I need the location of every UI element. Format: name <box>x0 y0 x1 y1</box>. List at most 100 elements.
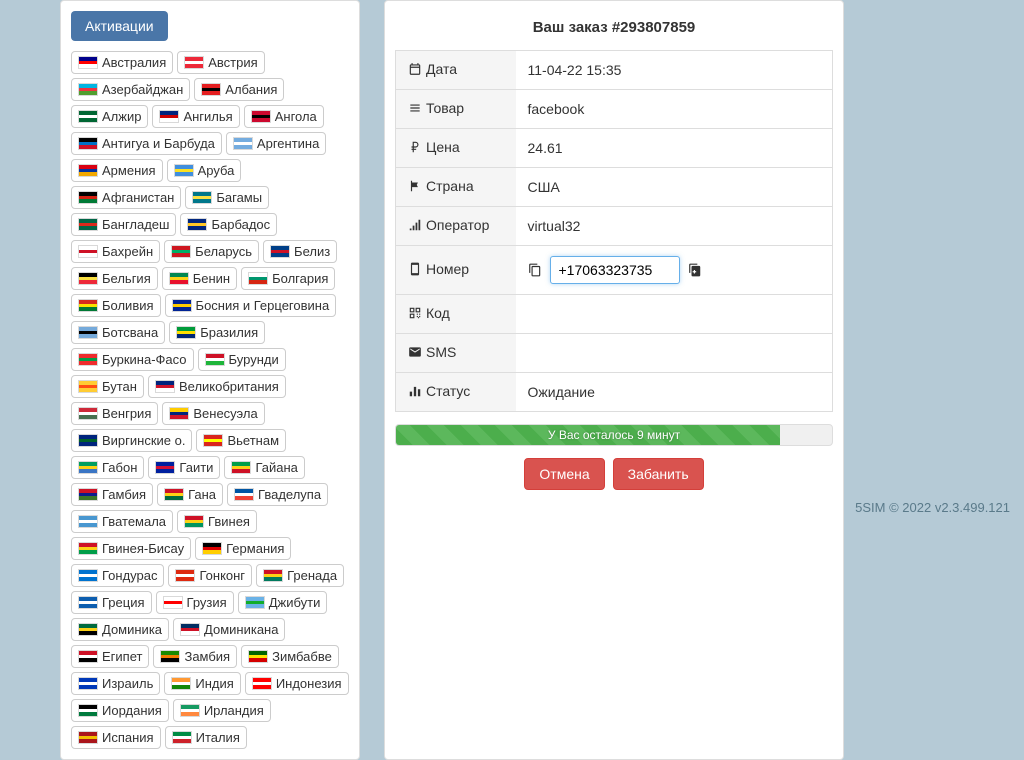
footer-version: 5SIM © 2022 v2.3.499.121 <box>855 500 1010 515</box>
flag-icon <box>234 488 254 501</box>
flag-icon <box>169 272 189 285</box>
flag-icon <box>248 650 268 663</box>
country-item[interactable]: Греция <box>71 591 152 614</box>
country-item[interactable]: Аруба <box>167 159 242 182</box>
country-item[interactable]: Албания <box>194 78 284 101</box>
cancel-button[interactable]: Отмена <box>524 458 604 490</box>
copy-plus-button[interactable] <box>688 263 702 277</box>
value-country: США <box>516 168 833 207</box>
country-item[interactable]: Бангладеш <box>71 213 176 236</box>
country-item[interactable]: Бразилия <box>169 321 265 344</box>
country-item[interactable]: Бурунди <box>198 348 286 371</box>
country-item[interactable]: Афганистан <box>71 186 181 209</box>
label-number: Номер <box>426 261 469 277</box>
country-item[interactable]: Великобритания <box>148 375 286 398</box>
qrcode-icon <box>408 306 422 320</box>
country-item[interactable]: Ангилья <box>152 105 239 128</box>
country-item[interactable]: Виргинские о. <box>71 429 192 452</box>
row-status: Статус Ожидание <box>396 373 833 412</box>
value-product: facebook <box>516 90 833 129</box>
country-item[interactable]: Гондурас <box>71 564 164 587</box>
country-item[interactable]: Белиз <box>263 240 337 263</box>
country-item[interactable]: Болгария <box>241 267 335 290</box>
country-item[interactable]: Германия <box>195 537 291 560</box>
country-item[interactable]: Гонконг <box>168 564 252 587</box>
country-item[interactable]: Босния и Герцеговина <box>165 294 337 317</box>
country-item[interactable]: Ангола <box>244 105 324 128</box>
country-item[interactable]: Египет <box>71 645 149 668</box>
copy-number-button[interactable] <box>528 263 542 277</box>
flag-icon <box>78 137 98 150</box>
ban-button[interactable]: Забанить <box>613 458 704 490</box>
countries-panel: Активации АвстралияАвстрия АзербайджанАлб… <box>60 0 360 760</box>
order-title: Ваш заказ #293807859 <box>395 19 833 36</box>
flag-icon <box>233 137 253 150</box>
flag-icon <box>164 488 184 501</box>
country-item[interactable]: Антигуа и Барбуда <box>71 132 222 155</box>
country-item[interactable]: Доминика <box>71 618 169 641</box>
country-item[interactable]: Израиль <box>71 672 160 695</box>
country-item[interactable]: Австралия <box>71 51 173 74</box>
country-item[interactable]: Барбадос <box>180 213 277 236</box>
country-item[interactable]: Гваделупа <box>227 483 328 506</box>
country-item[interactable]: Габон <box>71 456 144 479</box>
country-item[interactable]: Индия <box>164 672 240 695</box>
country-item[interactable]: Вьетнам <box>196 429 286 452</box>
country-item[interactable]: Гамбия <box>71 483 153 506</box>
flag-icon <box>172 299 192 312</box>
country-item[interactable]: Испания <box>71 726 161 749</box>
country-item[interactable]: Азербайджан <box>71 78 190 101</box>
country-item[interactable]: Гаити <box>148 456 220 479</box>
country-item[interactable]: Джибути <box>238 591 328 614</box>
country-item[interactable]: Гвинея <box>177 510 257 533</box>
country-label: Алжир <box>102 109 141 124</box>
country-item[interactable]: Бельгия <box>71 267 158 290</box>
flag-icon <box>163 596 183 609</box>
country-item[interactable]: Боливия <box>71 294 161 317</box>
phone-number-input[interactable] <box>550 256 680 284</box>
country-item[interactable]: Зимбабве <box>241 645 339 668</box>
country-item[interactable]: Алжир <box>71 105 148 128</box>
country-label: Индия <box>195 676 233 691</box>
country-item[interactable]: Бенин <box>162 267 237 290</box>
country-label: Багамы <box>216 190 262 205</box>
country-label: Гвинея-Бисау <box>102 541 184 556</box>
country-item[interactable]: Багамы <box>185 186 269 209</box>
country-item[interactable]: Гвинея-Бисау <box>71 537 191 560</box>
country-item[interactable]: Доминикана <box>173 618 285 641</box>
country-item[interactable]: Буркина-Фасо <box>71 348 194 371</box>
country-item[interactable]: Венгрия <box>71 402 158 425</box>
country-label: Венгрия <box>102 406 151 421</box>
flag-icon <box>159 110 179 123</box>
country-item[interactable]: Индонезия <box>245 672 349 695</box>
value-operator: virtual32 <box>516 207 833 246</box>
country-item[interactable]: Замбия <box>153 645 237 668</box>
country-item[interactable]: Иордания <box>71 699 169 722</box>
country-item[interactable]: Ботсвана <box>71 321 165 344</box>
country-item[interactable]: Австрия <box>177 51 264 74</box>
flag-icon <box>171 677 191 690</box>
country-item[interactable]: Италия <box>165 726 247 749</box>
country-label: Гамбия <box>102 487 146 502</box>
country-item[interactable]: Гайана <box>224 456 304 479</box>
country-item[interactable]: Бахрейн <box>71 240 160 263</box>
country-label: Доминикана <box>204 622 278 637</box>
country-item[interactable]: Аргентина <box>226 132 326 155</box>
flag-icon <box>263 569 283 582</box>
country-item[interactable]: Армения <box>71 159 163 182</box>
country-item[interactable]: Гватемала <box>71 510 173 533</box>
country-label: Армения <box>102 163 156 178</box>
country-item[interactable]: Венесуэла <box>162 402 264 425</box>
country-label: Иордания <box>102 703 162 718</box>
country-item[interactable]: Бутан <box>71 375 144 398</box>
country-item[interactable]: Ирландия <box>173 699 271 722</box>
tab-activations[interactable]: Активации <box>71 11 168 41</box>
country-item[interactable]: Гренада <box>256 564 344 587</box>
phone-icon <box>408 262 422 276</box>
country-item[interactable]: Беларусь <box>164 240 259 263</box>
country-label: Боливия <box>102 298 154 313</box>
country-item[interactable]: Грузия <box>156 591 234 614</box>
flag-icon <box>78 272 98 285</box>
country-item[interactable]: Гана <box>157 483 223 506</box>
country-label: Бенин <box>193 271 230 286</box>
